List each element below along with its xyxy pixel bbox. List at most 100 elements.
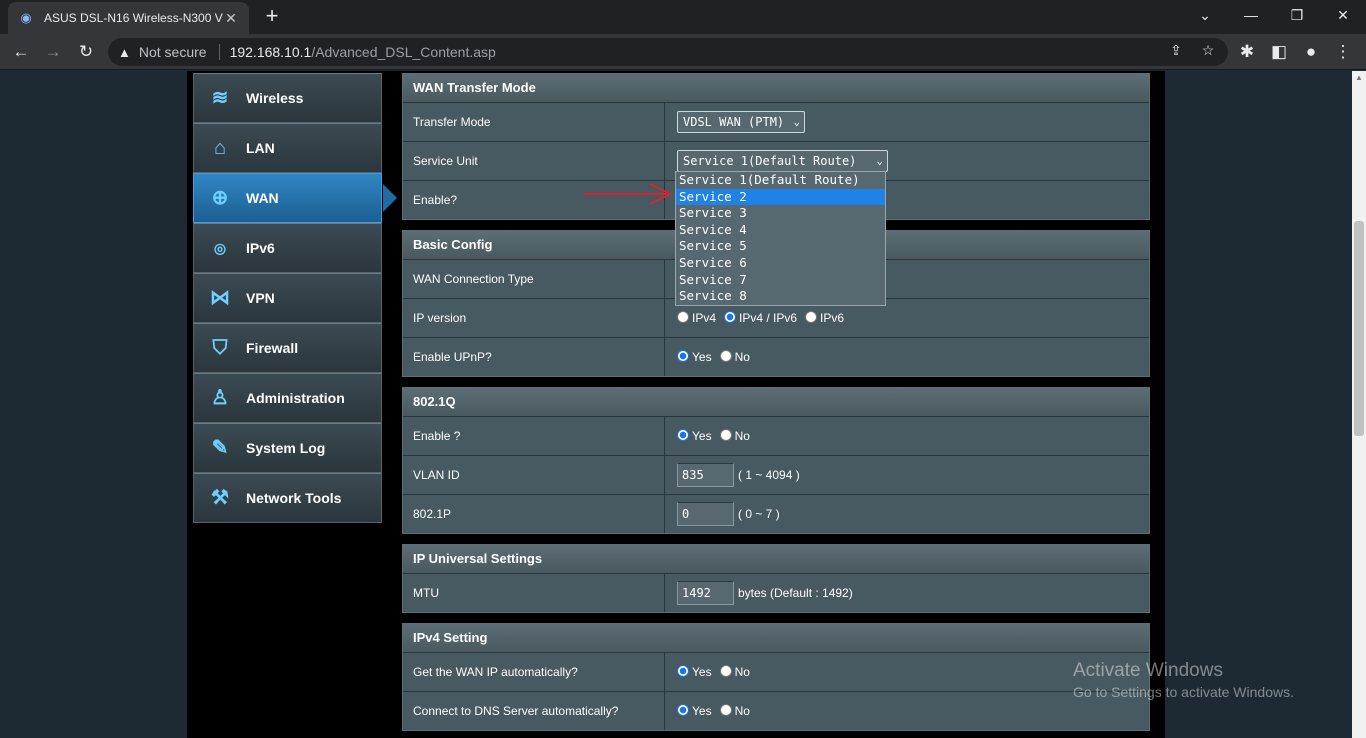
sidebar-item-wireless[interactable]: ≋ Wireless — [193, 73, 382, 123]
page-scrollbar[interactable]: ▲ — [1352, 71, 1366, 738]
vlan-id-input[interactable]: 835 — [677, 463, 734, 487]
transfer-mode-value: VDSL WAN (PTM) — [683, 115, 785, 129]
auto-ip-no[interactable]: No — [719, 665, 750, 679]
auto-wan-ip-label: Get the WAN IP automatically? — [403, 653, 665, 691]
sidebar-item-administration[interactable]: ♙ Administration — [193, 373, 382, 423]
sidebar-item-label: Firewall — [246, 340, 299, 356]
user-icon: ♙ — [211, 387, 229, 409]
browser-tab[interactable]: ◉ ASUS DSL-N16 Wireless-N300 VDSL ✕ — [8, 2, 249, 34]
sidebar-item-system-log[interactable]: ✎ System Log — [193, 423, 382, 473]
close-window-button[interactable]: ✕ — [1320, 0, 1366, 34]
tab-search-icon[interactable]: ⌄ — [1182, 0, 1228, 34]
mtu-input[interactable]: 1492 — [677, 581, 734, 605]
bookmark-star-icon[interactable]: ☆ — [1198, 42, 1218, 59]
transfer-mode-select[interactable]: VDSL WAN (PTM) ⌄ — [677, 111, 806, 133]
radio-no[interactable] — [719, 665, 732, 677]
vlan-id-label: VLAN ID — [403, 456, 665, 494]
scroll-up-icon[interactable]: ▲ — [1355, 73, 1363, 82]
upnp-yes[interactable]: Yes — [677, 350, 712, 364]
radio-ipv4-ipv6[interactable] — [724, 311, 737, 323]
dropdown-option[interactable]: Service 6 — [676, 255, 885, 272]
profile-icon[interactable]: ● — [1298, 40, 1324, 64]
chevron-down-icon: ⌄ — [876, 154, 883, 167]
dropdown-option[interactable]: Service 8 — [676, 288, 885, 305]
dropdown-option[interactable]: Service 7 — [676, 272, 885, 289]
upnp-no[interactable]: No — [719, 350, 750, 364]
radio-yes[interactable] — [677, 429, 689, 441]
sidebar-item-label: Wireless — [246, 90, 304, 106]
dropdown-option-highlighted[interactable]: Service 2 — [676, 188, 885, 206]
address-bar[interactable]: ▲ Not secure 192.168.10.1/Advanced_DSL_C… — [108, 38, 1228, 66]
dropdown-option[interactable]: Service 5 — [676, 238, 885, 255]
radio-no[interactable] — [719, 704, 732, 716]
radio-yes[interactable] — [677, 704, 689, 716]
radio-no[interactable] — [719, 429, 732, 441]
shield-icon: ⛉ — [212, 337, 228, 359]
ip-version-ipv6[interactable]: IPv6 — [805, 311, 844, 325]
sidebar-item-lan[interactable]: ⌂ LAN — [193, 123, 382, 173]
vlan-enable-no[interactable]: No — [719, 429, 750, 443]
radio-ipv4[interactable] — [677, 311, 689, 323]
802-1p-range-hint: ( 0 ~ 7 ) — [738, 507, 780, 521]
extensions-icon[interactable]: ✱ — [1234, 40, 1260, 64]
sidebar-item-label: System Log — [246, 440, 326, 456]
dropdown-option[interactable]: Service 1(Default Route) — [676, 172, 885, 189]
enable-upnp-label: Enable UPnP? — [403, 338, 665, 376]
section-title: IPv4 Setting — [403, 624, 1149, 652]
radio-no[interactable] — [719, 350, 732, 362]
browser-toolbar: ← → ↻ ▲ Not secure 192.168.10.1/Advanced… — [0, 34, 1366, 70]
share-icon[interactable]: ⇪ — [1166, 42, 1186, 59]
sidebar-item-label: Network Tools — [246, 490, 342, 506]
ip-version-ipv4[interactable]: IPv4 — [677, 311, 716, 325]
warning-icon: ▲ — [118, 44, 131, 60]
auto-dns-no[interactable]: No — [719, 704, 750, 718]
browser-menu-icon[interactable]: ⋮ — [1330, 40, 1356, 64]
radio-yes[interactable] — [677, 665, 689, 677]
not-secure-label[interactable]: Not secure — [139, 44, 207, 60]
row-auto-dns: Connect to DNS Server automatically? Yes… — [403, 691, 1149, 730]
radio-yes[interactable] — [677, 350, 689, 362]
802-1p-input[interactable]: 0 — [677, 502, 734, 526]
row-enable-upnp: Enable UPnP? Yes No — [403, 337, 1149, 376]
back-button[interactable]: ← — [8, 40, 34, 64]
scrollbar-thumb[interactable] — [1354, 221, 1364, 436]
transfer-mode-label: Transfer Mode — [403, 103, 665, 141]
activate-windows-watermark: Activate Windows Go to Settings to activ… — [1073, 660, 1294, 700]
row-vlan-id: VLAN ID 835 ( 1 ~ 4094 ) — [403, 455, 1149, 494]
sidebar-menu: ≋ Wireless ⌂ LAN ⊕ WAN ◎ IPv6 ⋈ VPN ⛉ Fi… — [193, 73, 397, 523]
service-unit-select[interactable]: Service 1(Default Route) ⌄ — [677, 150, 888, 172]
row-auto-wan-ip: Get the WAN IP automatically? Yes No — [403, 652, 1149, 691]
sidebar-item-wan[interactable]: ⊕ WAN — [193, 173, 397, 223]
dropdown-option[interactable]: Service 4 — [676, 222, 885, 239]
side-panel-icon[interactable]: ◧ — [1266, 40, 1292, 64]
sidebar-item-label: IPv6 — [246, 240, 275, 256]
restore-button[interactable]: ❐ — [1274, 0, 1320, 34]
home-icon: ⌂ — [213, 137, 227, 159]
tab-close-icon[interactable]: ✕ — [223, 10, 239, 27]
auto-ip-yes[interactable]: Yes — [677, 665, 712, 679]
sidebar-item-network-tools[interactable]: ⚒ Network Tools — [193, 473, 382, 523]
sidebar-item-label: WAN — [246, 190, 279, 206]
new-tab-button[interactable]: + — [259, 4, 285, 30]
service-unit-dropdown-list[interactable]: Service 1(Default Route) Service 2 Servi… — [675, 171, 886, 306]
radio-ipv6[interactable] — [805, 311, 818, 323]
auto-dns-yes[interactable]: Yes — [677, 704, 712, 718]
sidebar-item-vpn[interactable]: ⋈ VPN — [193, 273, 382, 323]
service-unit-value: Service 1(Default Route) — [683, 154, 857, 168]
vlan-enable-yes[interactable]: Yes — [677, 429, 712, 443]
url-host: 192.168.10.1 — [229, 44, 312, 60]
minimize-button[interactable]: — — [1228, 0, 1274, 34]
wan-connection-type-label: WAN Connection Type — [403, 260, 665, 298]
sidebar-item-ipv6[interactable]: ◎ IPv6 — [193, 223, 382, 273]
forward-button[interactable]: → — [40, 40, 66, 64]
row-enable-vlan: Enable ? Yes No — [403, 416, 1149, 455]
watermark-line1: Activate Windows — [1073, 660, 1223, 681]
ip-version-ipv4-ipv6[interactable]: IPv4 / IPv6 — [724, 311, 797, 325]
omnibox-divider — [218, 44, 220, 60]
sidebar-item-firewall[interactable]: ⛉ Firewall — [193, 323, 382, 373]
dropdown-option[interactable]: Service 3 — [676, 205, 885, 222]
vlan-range-hint: ( 1 ~ 4094 ) — [738, 468, 800, 482]
section-title: WAN Transfer Mode — [403, 74, 1149, 102]
row-mtu: MTU 1492 bytes (Default : 1492) — [403, 573, 1149, 612]
reload-button[interactable]: ↻ — [73, 40, 99, 64]
